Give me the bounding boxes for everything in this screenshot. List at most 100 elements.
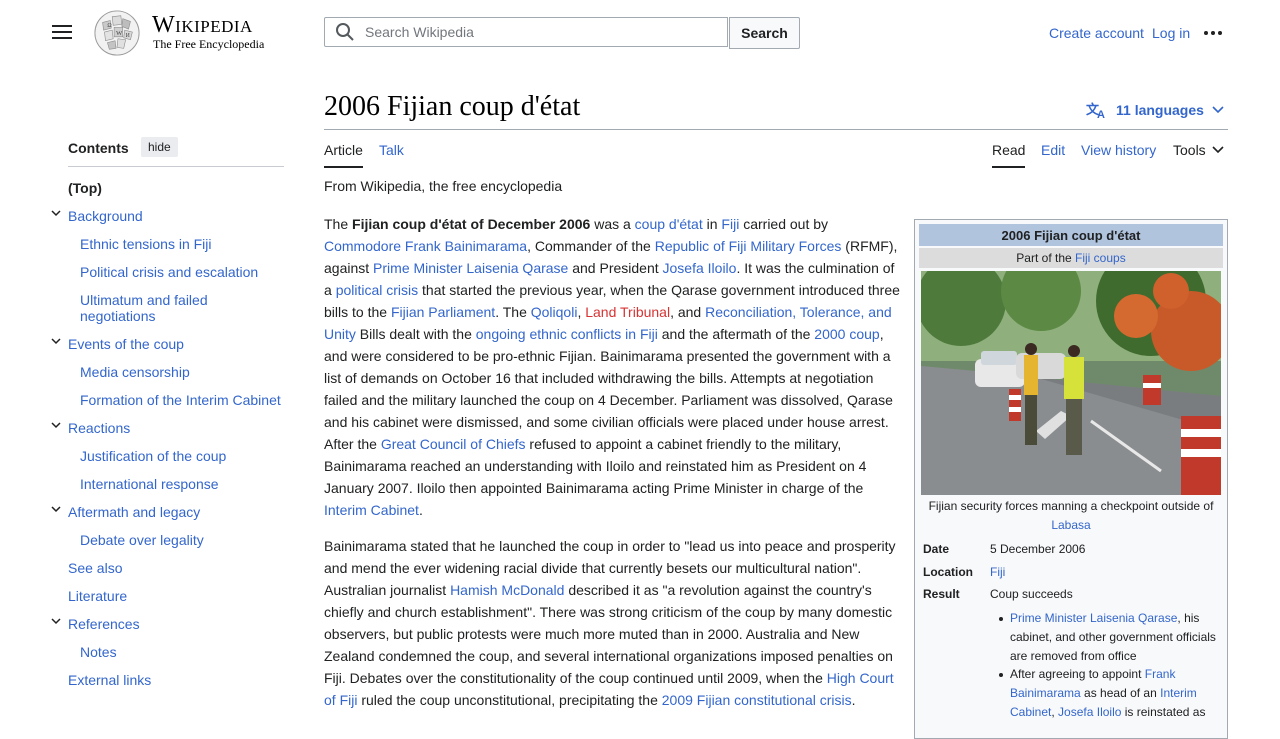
create-account-link[interactable]: Create account	[1049, 25, 1144, 41]
text: .	[418, 502, 423, 518]
link-bainimarama[interactable]: Commodore Frank Bainimarama	[324, 238, 527, 254]
chevron-down-icon	[1212, 106, 1224, 114]
wikipedia-globe-logo[interactable]: Ω W И	[92, 9, 142, 57]
toc-item-events[interactable]: Events of the coup	[68, 336, 184, 352]
result-label: Result	[923, 587, 960, 601]
tab-tools[interactable]: Tools	[1173, 142, 1224, 158]
search-button[interactable]: Search	[729, 17, 800, 49]
link-rfmf[interactable]: Republic of Fiji Military Forces	[655, 238, 842, 254]
link-political-crisis[interactable]: political crisis	[336, 282, 418, 298]
toc-title: Contents	[68, 140, 129, 156]
red-link-land-tribunal[interactable]: Land Tribunal	[585, 304, 670, 320]
date-value: 5 December 2006	[990, 542, 1086, 556]
toc-item-reactions[interactable]: Reactions	[68, 420, 130, 436]
location-value-link[interactable]: Fiji	[990, 565, 1005, 579]
link-pm-qarase[interactable]: Prime Minister Laisenia Qarase	[1010, 611, 1177, 625]
svg-text:И: И	[126, 33, 130, 39]
toc-item-international[interactable]: International response	[80, 476, 219, 492]
svg-text:A: A	[1097, 109, 1105, 119]
toc-item-notes[interactable]: Notes	[80, 644, 117, 660]
link-coup-detat[interactable]: coup d'état	[635, 216, 703, 232]
link-2009-crisis[interactable]: 2009 Fijian constitutional crisis	[662, 692, 852, 708]
link-josefa-iloilo[interactable]: Josefa Iloilo	[1058, 705, 1121, 719]
toc-item-justification[interactable]: Justification of the coup	[80, 448, 226, 464]
language-button[interactable]: 文 A 11 languages	[1086, 101, 1224, 119]
link-qarase[interactable]: Prime Minister Laisenia Qarase	[373, 260, 568, 276]
search-input[interactable]	[363, 23, 707, 41]
lead-paragraph-2: Bainimarama stated that he launched the …	[324, 535, 904, 711]
text: in	[702, 216, 722, 232]
svg-text:W: W	[116, 30, 123, 37]
chevron-down-icon[interactable]	[51, 420, 61, 430]
page-title: 2006 Fijian coup d'état	[324, 91, 581, 122]
svg-text:Ω: Ω	[107, 23, 111, 29]
bullet	[999, 673, 1003, 677]
wikipedia-tagline: The Free Encyclopedia	[153, 37, 265, 51]
location-label: Location	[923, 565, 973, 579]
result-item-1: Prime Minister Laisenia Qarase, his cabi…	[1010, 609, 1220, 666]
title-divider	[324, 129, 1228, 130]
toc-item-political-crisis[interactable]: Political crisis and escalation	[80, 264, 258, 280]
text: , and	[670, 304, 706, 320]
link-2000-coup[interactable]: 2000 coup	[814, 326, 879, 342]
text: carried out by	[739, 216, 829, 232]
chevron-down-icon[interactable]	[51, 208, 61, 218]
tab-view-history[interactable]: View history	[1081, 142, 1156, 158]
text: Bills dealt with the	[355, 326, 476, 342]
translate-icon: 文 A	[1086, 102, 1105, 119]
chevron-down-icon[interactable]	[51, 616, 61, 626]
link-fiji[interactable]: Fiji	[721, 216, 739, 232]
caption-text: Fijian security forces manning a checkpo…	[928, 499, 1214, 513]
wikipedia-wordmark[interactable]: Wikipedia	[152, 12, 253, 39]
text: , Commander of the	[527, 238, 655, 254]
toc-item-see-also[interactable]: See also	[68, 560, 122, 576]
toc-item-references[interactable]: References	[68, 616, 140, 632]
tab-talk[interactable]: Talk	[379, 142, 404, 158]
link-fijian-parliament[interactable]: Fijian Parliament	[391, 304, 495, 320]
chevron-down-icon	[1212, 146, 1224, 154]
chevron-down-icon[interactable]	[51, 504, 61, 514]
text: as head of an	[1080, 686, 1161, 700]
log-in-link[interactable]: Log in	[1152, 25, 1190, 41]
text: and the aftermath of the	[657, 326, 815, 342]
toc-item-ultimatum-cont[interactable]: negotiations	[80, 308, 156, 324]
checkpoint-photo[interactable]	[921, 271, 1221, 495]
tab-article[interactable]: Article	[324, 142, 363, 168]
toc-item-top[interactable]: (Top)	[68, 180, 102, 196]
toc-item-background[interactable]: Background	[68, 208, 143, 224]
toc-item-legality[interactable]: Debate over legality	[80, 532, 204, 548]
link-iloilo[interactable]: Josefa Iloilo	[663, 260, 737, 276]
search-box[interactable]	[324, 17, 728, 47]
infobox: 2006 Fijian coup d'état Part of the Fiji…	[914, 219, 1228, 739]
tools-label: Tools	[1173, 142, 1206, 158]
text: . The	[495, 304, 531, 320]
text: ruled the coup unconstitutional, precipi…	[357, 692, 662, 708]
date-label: Date	[923, 542, 950, 556]
link-ethnic-conflicts[interactable]: ongoing ethnic conflicts in Fiji	[476, 326, 658, 342]
bold-term: Fijian coup d'état of December 2006	[352, 216, 591, 232]
toc-item-interim-cabinet[interactable]: Formation of the Interim Cabinet	[80, 392, 281, 408]
link-hamish-mcdonald[interactable]: Hamish McDonald	[450, 582, 564, 598]
bullet	[999, 617, 1003, 621]
link-great-council-of-chiefs[interactable]: Great Council of Chiefs	[381, 436, 526, 452]
toc-item-media-censorship[interactable]: Media censorship	[80, 364, 190, 380]
language-count: 11 languages	[1116, 102, 1204, 118]
link-labasa[interactable]: Labasa	[1051, 518, 1090, 532]
main-menu-button[interactable]	[50, 22, 74, 44]
toc-item-external-links[interactable]: External links	[68, 672, 151, 688]
toc-hide-button[interactable]: hide	[141, 137, 178, 157]
link-qoliqoli[interactable]: Qoliqoli	[531, 304, 578, 320]
text: The	[324, 216, 353, 232]
toc-item-ethnic-tensions[interactable]: Ethnic tensions in Fiji	[80, 236, 212, 252]
toc-item-aftermath[interactable]: Aftermath and legacy	[68, 504, 200, 520]
tab-read[interactable]: Read	[992, 142, 1026, 168]
toc-item-literature[interactable]: Literature	[68, 588, 127, 604]
ellipsis-icon[interactable]	[1204, 25, 1226, 41]
link-fiji-coups[interactable]: Fiji coups	[1075, 251, 1126, 265]
chevron-down-icon[interactable]	[51, 336, 61, 346]
infobox-subtitle: Part of the Fiji coups	[919, 248, 1223, 268]
text: After agreeing to appoint	[1010, 667, 1145, 681]
link-interim-cabinet[interactable]: Interim Cabinet	[324, 502, 419, 518]
toc-item-ultimatum[interactable]: Ultimatum and failed	[80, 292, 208, 308]
tab-edit[interactable]: Edit	[1041, 142, 1065, 158]
